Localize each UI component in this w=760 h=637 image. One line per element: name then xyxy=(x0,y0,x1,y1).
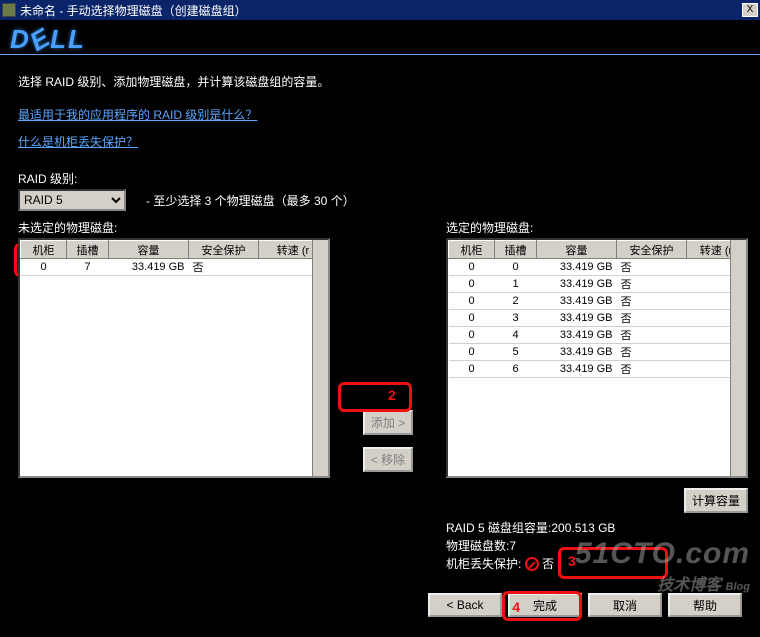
cancel-button[interactable]: 取消 xyxy=(588,593,662,617)
close-button[interactable]: X xyxy=(742,3,758,17)
table-row[interactable]: 0033.419 GB否15 xyxy=(449,259,746,276)
disk-count-value: 7 xyxy=(509,539,516,553)
scrollbar[interactable] xyxy=(312,240,328,476)
table-row[interactable]: 0233.419 GB否15 xyxy=(449,293,746,310)
col-enclosure[interactable]: 机柜 xyxy=(449,241,495,259)
raid-level-label: RAID 级别: xyxy=(18,170,748,187)
capacity-label: RAID 5 磁盘组容量: xyxy=(446,521,551,535)
brand-header: DELL xyxy=(0,20,760,54)
col-capacity[interactable]: 容量 xyxy=(109,241,189,259)
disk-count-label: 物理磁盘数: xyxy=(446,539,509,553)
app-icon xyxy=(2,3,16,17)
dell-logo: DELL xyxy=(10,24,86,54)
add-button[interactable]: 添加 > xyxy=(363,410,413,435)
prohibited-icon xyxy=(525,557,539,571)
loss-label: 机柜丢失保护: xyxy=(446,557,521,571)
link-best-raid[interactable]: 最适用于我的应用程序的 RAID 级别是什么？ xyxy=(18,106,257,123)
table-row[interactable]: 0333.419 GB否15 xyxy=(449,310,746,327)
instruction-text: 选择 RAID 级别、添加物理磁盘，并计算该磁盘组的容量。 xyxy=(18,73,748,90)
capacity-value: 200.513 GB xyxy=(551,521,615,535)
help-button[interactable]: 帮助 xyxy=(668,593,742,617)
unselected-title: 未选定的物理磁盘: xyxy=(18,219,330,236)
link-enclosure-loss[interactable]: 什么是机柜丢失保护？ xyxy=(18,133,138,150)
raid-level-select[interactable]: RAID 5 xyxy=(18,189,126,211)
table-row[interactable]: 0133.419 GB否15 xyxy=(449,276,746,293)
back-button[interactable]: < Back xyxy=(428,593,502,617)
col-security[interactable]: 安全保护 xyxy=(189,241,259,259)
table-row[interactable]: 0433.419 GB否15 xyxy=(449,327,746,344)
col-capacity[interactable]: 容量 xyxy=(537,241,617,259)
col-slot[interactable]: 插槽 xyxy=(67,241,109,259)
table-row[interactable]: 0533.419 GB否15 xyxy=(449,344,746,361)
raid-hint: - 至少选择 3 个物理磁盘（最多 30 个） xyxy=(146,192,355,209)
scrollbar[interactable] xyxy=(730,240,746,476)
window-title: 未命名 - 手动选择物理磁盘（创建磁盘组） xyxy=(20,2,247,19)
calc-capacity-button[interactable]: 计算容量 xyxy=(684,488,748,513)
table-row[interactable]: 0633.419 GB否15 xyxy=(449,361,746,378)
selected-title: 选定的物理磁盘: xyxy=(446,219,748,236)
table-row[interactable]: 0 7 33.419 GB 否 15 xyxy=(21,259,328,276)
finish-button[interactable]: 完成 xyxy=(508,593,582,617)
remove-button[interactable]: < 移除 xyxy=(363,447,413,472)
loss-value: 否 xyxy=(542,557,554,571)
unselected-disks-grid[interactable]: 机柜 插槽 容量 安全保护 转速 (r 0 7 33.419 GB 否 15 xyxy=(18,238,330,478)
col-enclosure[interactable]: 机柜 xyxy=(21,241,67,259)
wizard-footer: < Back 完成 取消 帮助 xyxy=(422,593,742,617)
col-security[interactable]: 安全保护 xyxy=(617,241,687,259)
selected-disks-grid[interactable]: 机柜 插槽 容量 安全保护 转速 (r 0033.419 GB否150133.4… xyxy=(446,238,748,478)
window-titlebar: 未命名 - 手动选择物理磁盘（创建磁盘组） X xyxy=(0,0,760,20)
col-slot[interactable]: 插槽 xyxy=(495,241,537,259)
